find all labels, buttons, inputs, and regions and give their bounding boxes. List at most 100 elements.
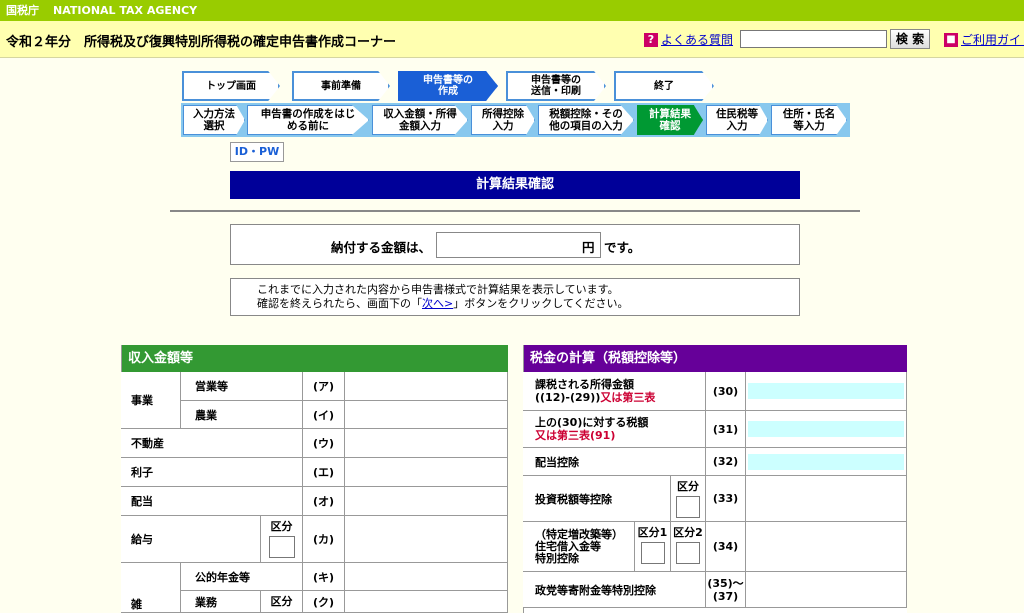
- r34-kubun2-box: [676, 542, 700, 564]
- step-create: 申告書等の 作成: [398, 71, 498, 101]
- code-u: (ウ): [303, 429, 345, 458]
- code-ki: (キ): [303, 563, 345, 591]
- r34-kubun2-label: 区分2: [673, 526, 703, 539]
- agency-name-en: NATIONAL TAX AGENCY: [53, 4, 198, 17]
- income-gyomu-value: [345, 591, 508, 613]
- income-kouteki-value: [345, 563, 508, 591]
- faq-link[interactable]: よくある質問: [661, 31, 733, 48]
- book-icon: ■: [944, 32, 958, 47]
- tax-r31-b: 又は第三表(91): [535, 429, 616, 442]
- payment-unit: 円: [582, 240, 595, 255]
- kyuyo-kubun-cell: 区分: [261, 516, 303, 563]
- substep-tax-credit: 税額控除・その 他の項目の入力: [538, 105, 634, 135]
- gyomu-kubun-cell: 区分: [261, 591, 303, 613]
- info-line-2-post: 」ボタンをクリックしてください。: [453, 297, 629, 310]
- substep-address: 住所・氏名 等入力: [771, 105, 847, 135]
- income-zatsu: 雑: [121, 563, 181, 613]
- r34-kubun1-box: [640, 542, 665, 564]
- r33-kubun-cell: 区分: [671, 476, 706, 522]
- tax-r31-value: [748, 421, 904, 437]
- payment-label: 納付する金額は、: [331, 240, 432, 255]
- code-35-37: (35)〜 (37): [706, 572, 746, 608]
- tax-r34-value: [746, 522, 907, 572]
- r34-kubun2-cell: 区分2: [671, 522, 706, 572]
- tax-r34: （特定増改築等） 住宅借入金等 特別控除: [523, 522, 635, 572]
- tax-header: 税金の計算（税額控除等）: [524, 345, 907, 372]
- code-ka: (カ): [303, 516, 345, 563]
- faq-link-group[interactable]: ? よくある質問: [644, 31, 733, 48]
- info-line-2: 確認を終えられたら、画面下の「次へ>」ボタンをクリックしてください。: [257, 297, 799, 311]
- tax-r34-c: 特別控除: [535, 551, 579, 565]
- tax-r33: 投資税額等控除: [523, 476, 671, 522]
- tax-r30-b: ((12)-(29)): [535, 391, 601, 404]
- r33-kubun-box: [676, 496, 700, 518]
- substep-result: 計算結果 確認: [637, 105, 703, 135]
- income-rishi: 利子: [121, 458, 303, 487]
- code-ku: (ク): [303, 591, 345, 613]
- search-input[interactable]: [740, 30, 887, 48]
- code-31: (31): [706, 411, 746, 448]
- tax-r34-b: 住宅借入金等: [535, 539, 601, 553]
- guide-link-group[interactable]: ■ ご利用ガイド: [944, 31, 1024, 48]
- step-send-print: 申告書等の 送信・印刷: [506, 71, 606, 101]
- code-33: (33): [706, 476, 746, 522]
- step-preparation: 事前準備: [292, 71, 390, 101]
- code-i: (イ): [303, 401, 345, 429]
- code-32: (32): [706, 448, 746, 476]
- code-e: (エ): [303, 458, 345, 487]
- code-a: (ア): [303, 372, 345, 401]
- info-line-2-pre: 確認を終えられたら、画面下の「: [257, 297, 422, 310]
- r33-kubun-label: 区分: [677, 480, 699, 493]
- tax-r35-value: [746, 572, 907, 608]
- tax-r30-value: [748, 383, 904, 399]
- page-title: 計算結果確認: [230, 171, 800, 199]
- income-nogyo: 農業: [181, 401, 303, 429]
- agency-name-ja: 国税庁: [6, 4, 39, 17]
- code-o: (オ): [303, 487, 345, 516]
- tax-r31-value-cell: [746, 411, 907, 448]
- substep-income: 収入金額・所得 金額入力: [372, 105, 468, 135]
- payment-box: 納付する金額は、 円 です。: [230, 224, 800, 265]
- income-kyuyo-value: [345, 516, 508, 563]
- tax-r31-a: 上の(30)に対する税額: [535, 416, 649, 429]
- gyomu-kubun-label: 区分: [270, 595, 293, 608]
- agency-bar: 国税庁 NATIONAL TAX AGENCY: [0, 0, 1024, 21]
- guide-link[interactable]: ご利用ガイド: [961, 31, 1024, 48]
- tax-r30-b-line: ((12)-(29))又は第三表: [535, 391, 655, 404]
- payment-suffix: です。: [604, 240, 641, 255]
- tax-r34-a: （特定増改築等）: [535, 527, 623, 541]
- income-eigyo: 営業等: [181, 372, 303, 401]
- income-header: 収入金額等: [122, 345, 508, 372]
- tax-r32-value: [748, 453, 904, 470]
- substep-input-method: 入力方法 選択: [183, 105, 245, 135]
- tax-r33-value: [746, 476, 907, 522]
- divider: [170, 210, 860, 212]
- search-button[interactable]: 検 索: [890, 29, 930, 49]
- substep-before-start: 申告書の作成をはじ める前に: [247, 105, 369, 135]
- income-nogyo-value: [345, 401, 508, 429]
- tax-r30-value-cell: [746, 372, 907, 411]
- tax-r32: 配当控除: [523, 448, 706, 476]
- idpw-button[interactable]: ID・PW: [230, 142, 284, 162]
- income-eigyo-value: [345, 372, 508, 401]
- income-fudosan-value: [345, 429, 508, 458]
- kyuyo-kubun-box: [268, 536, 295, 558]
- substep-resident-tax: 住民税等 入力: [706, 105, 768, 135]
- next-link[interactable]: 次へ>: [422, 297, 453, 310]
- tax-r35: 政党等寄附金等特別控除: [523, 572, 706, 608]
- income-gyomu: 業務: [181, 591, 261, 613]
- substep-deduction: 所得控除 入力: [471, 105, 535, 135]
- tax-r30-c: 又は第三表: [600, 391, 656, 404]
- r34-kubun1-cell: 区分1: [635, 522, 671, 572]
- payment-amount-field: [436, 232, 601, 258]
- income-haito-value: [345, 487, 508, 516]
- info-line-1: これまでに入力された内容から申告書様式で計算結果を表示しています。: [257, 283, 619, 296]
- income-kouteki: 公的年金等: [181, 563, 303, 591]
- income-rishi-value: [345, 458, 508, 487]
- income-jigyo: 事業: [121, 372, 181, 429]
- tax-r32-value-cell: [746, 448, 907, 476]
- page-header-title: 令和２年分 所得税及び復興特別所得税の確定申告書作成コーナー: [6, 35, 397, 50]
- code-30: (30): [706, 372, 746, 411]
- info-box: これまでに入力された内容から申告書様式で計算結果を表示しています。 確認を終えら…: [230, 278, 800, 316]
- code-34: (34): [706, 522, 746, 572]
